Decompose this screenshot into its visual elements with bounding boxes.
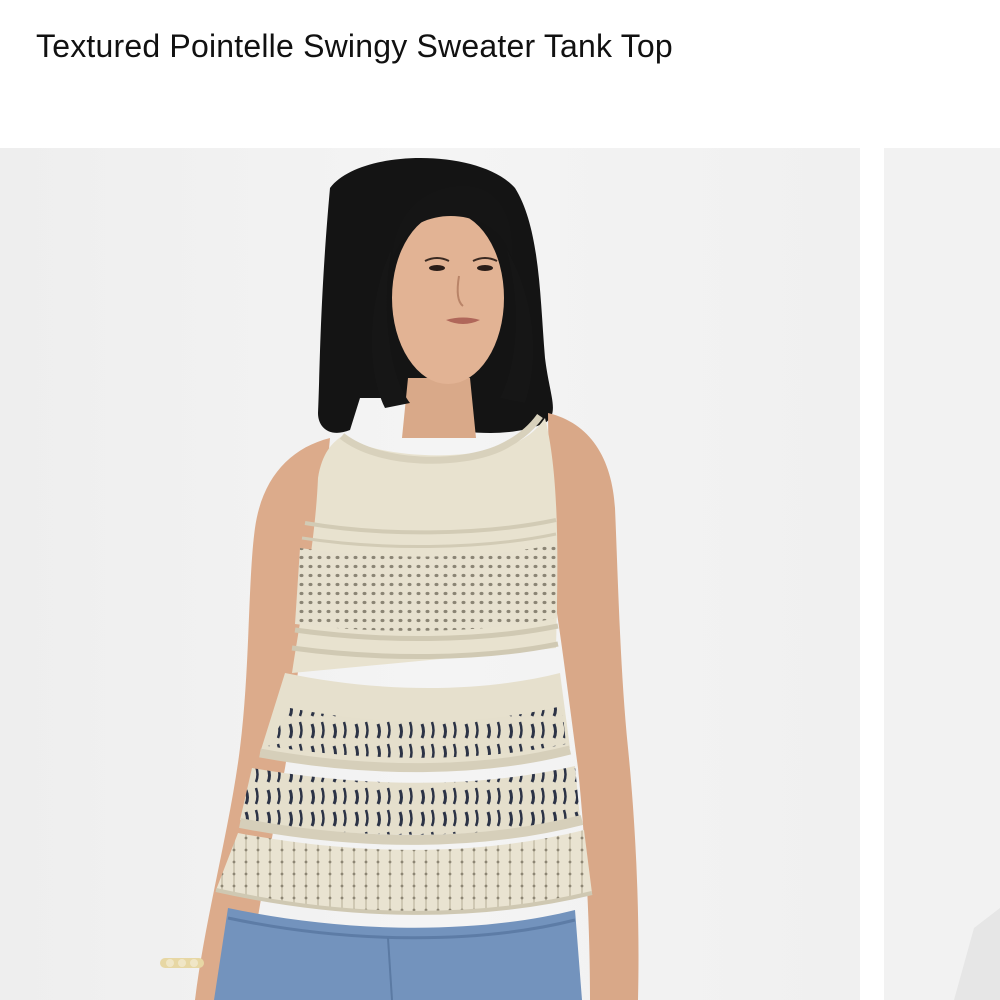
next-photo-preview: [884, 148, 1000, 1000]
product-image-main[interactable]: [0, 148, 860, 1000]
model-photo: [0, 148, 860, 1000]
product-page: Textured Pointelle Swingy Sweater Tank T…: [0, 0, 1000, 1000]
product-image-gallery: [0, 148, 1000, 1000]
product-title: Textured Pointelle Swingy Sweater Tank T…: [36, 28, 673, 64]
product-image-next[interactable]: [884, 148, 1000, 1000]
